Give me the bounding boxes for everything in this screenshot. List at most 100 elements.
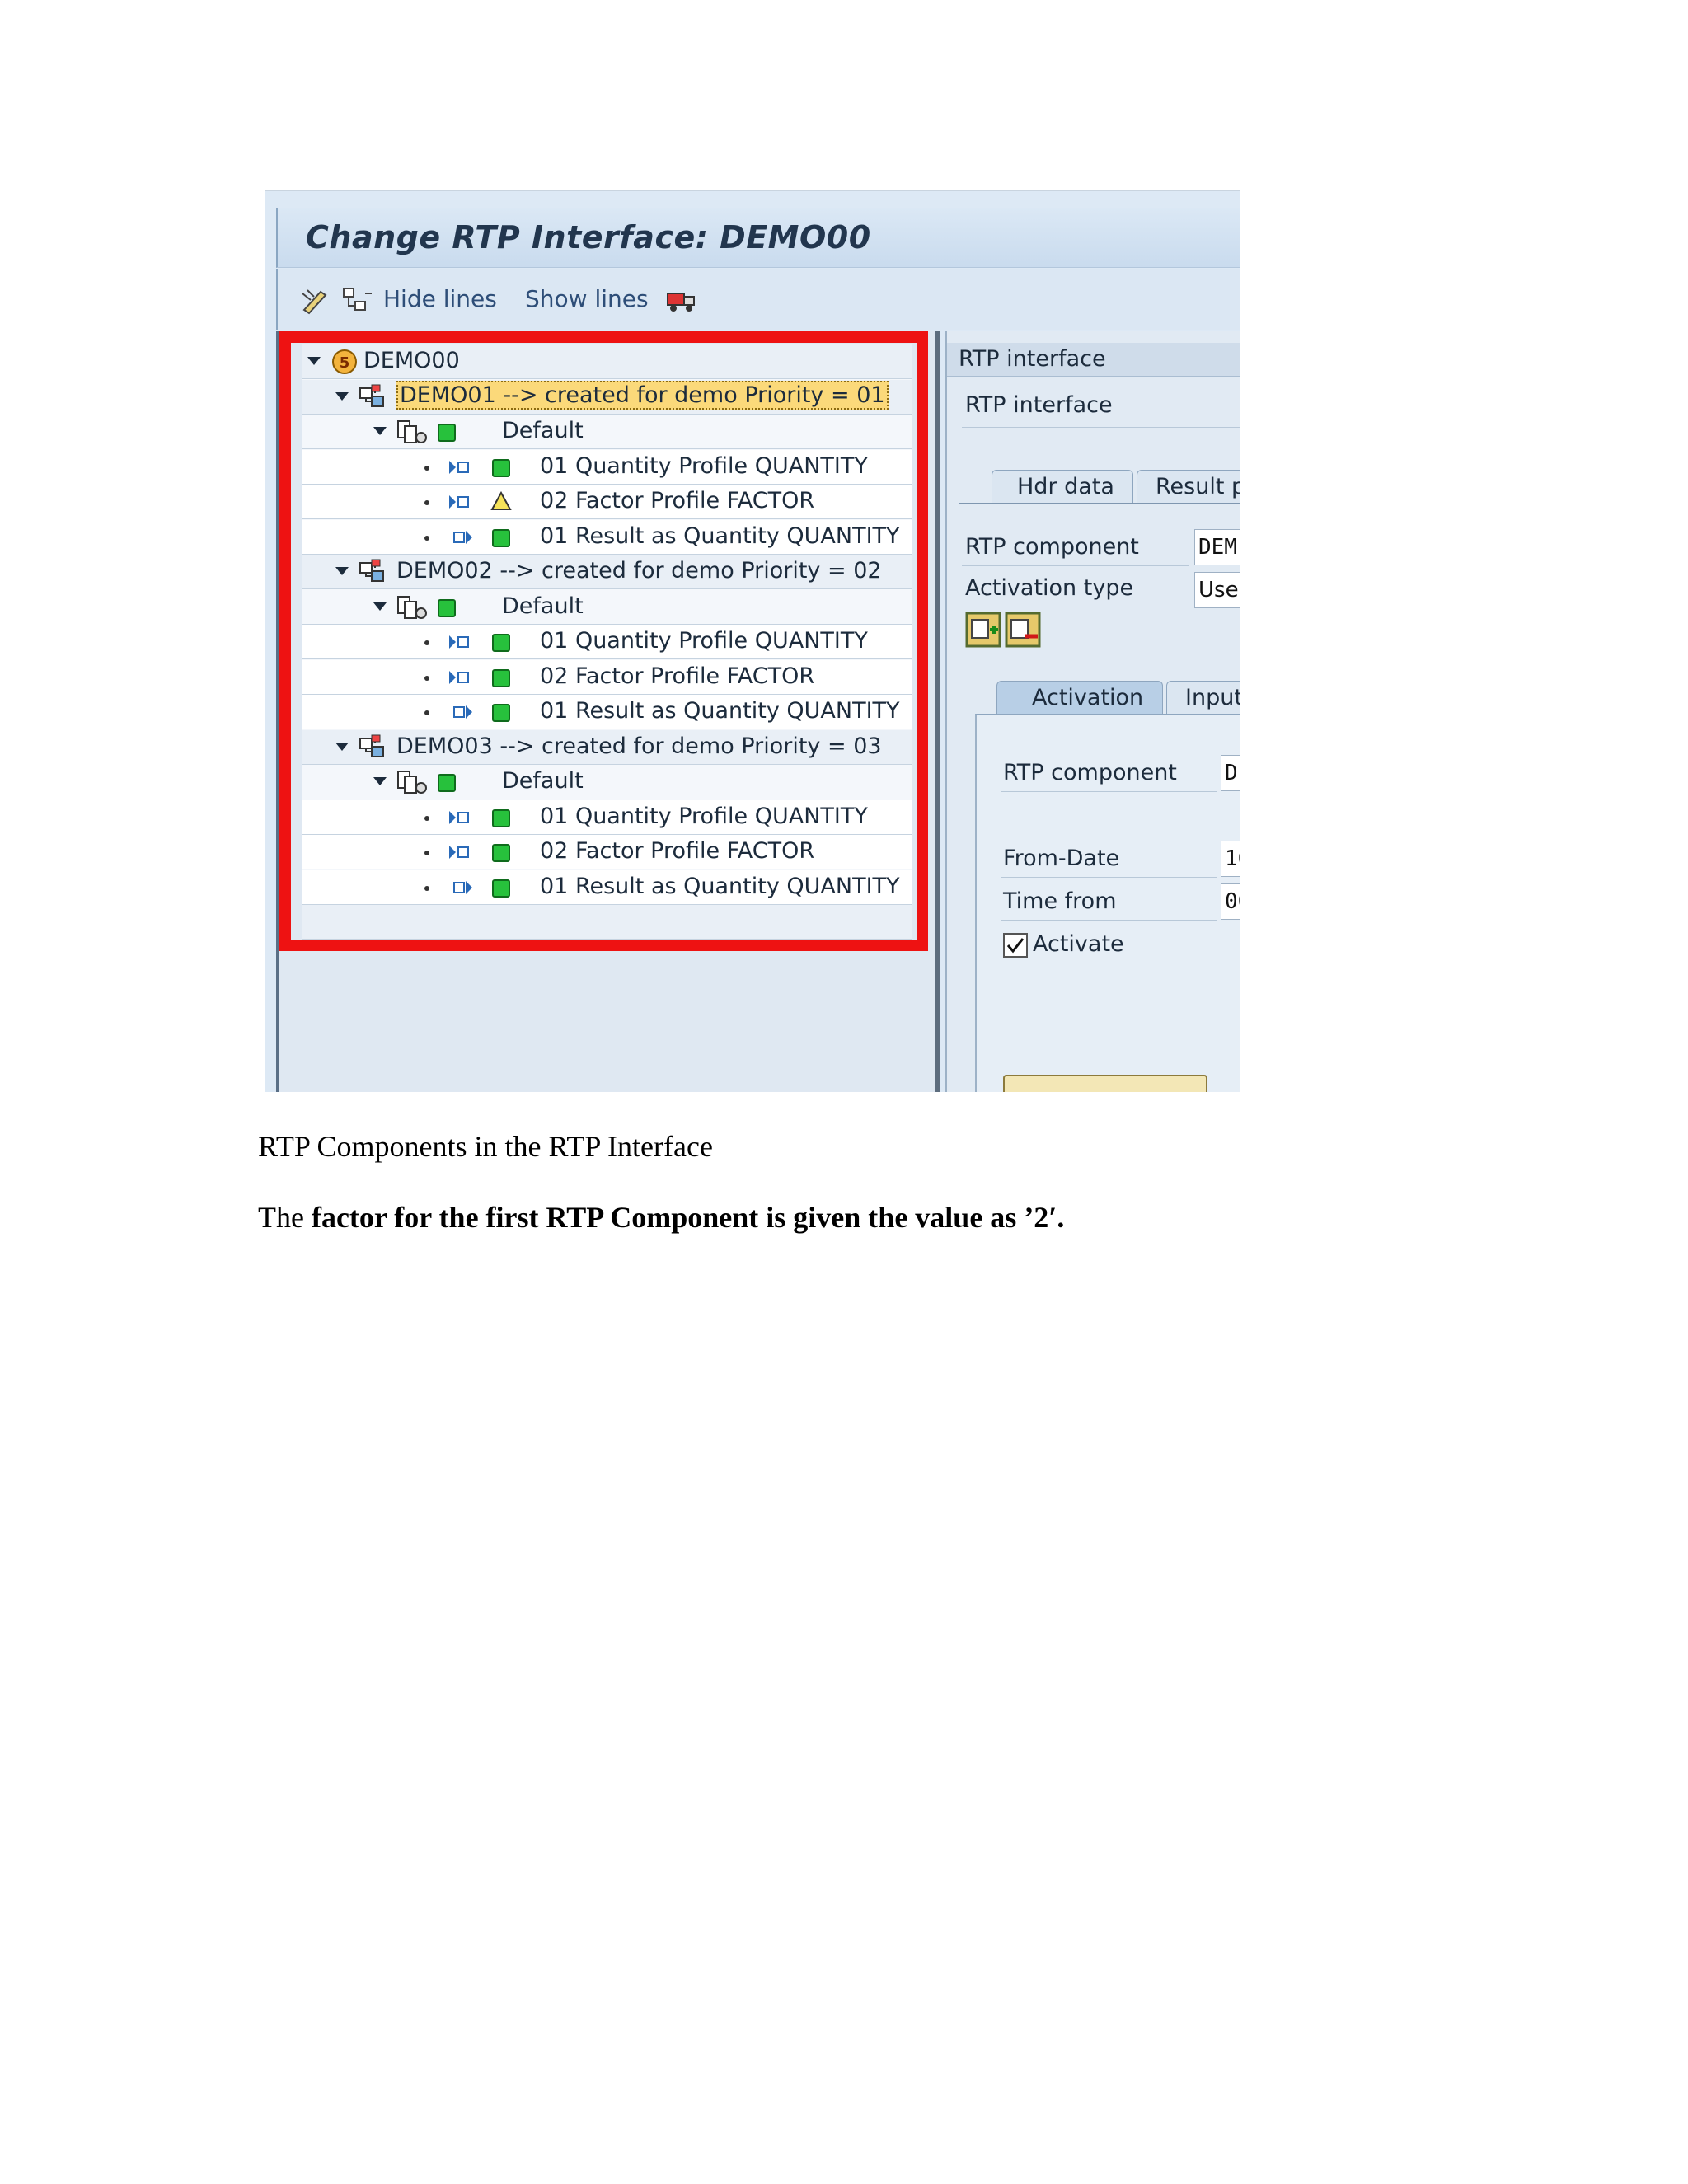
expand-triangle-icon[interactable] <box>307 357 321 365</box>
activation-type-field[interactable]: Use <box>1194 572 1240 608</box>
item-label: 01 Result as Quantity QUANTITY <box>540 873 900 899</box>
tree-row-item[interactable]: 01 Result as Quantity QUANTITY <box>302 519 912 555</box>
expand-triangle-icon[interactable] <box>335 742 349 751</box>
status-green-icon <box>438 598 456 617</box>
detail-header: RTP interface <box>947 343 1240 377</box>
tree-row-group[interactable]: Default <box>302 415 912 449</box>
bullet-icon <box>424 465 429 471</box>
tree-row-component[interactable]: DEMO02 --> created for demo Priority = 0… <box>302 555 912 589</box>
status-green-icon <box>492 528 510 547</box>
expand-triangle-icon[interactable] <box>373 777 387 785</box>
paragraph-bold: factor for the first RTP Component is gi… <box>311 1201 1065 1234</box>
status-green-icon <box>438 774 456 792</box>
tree-row-item[interactable]: 01 Quantity Profile QUANTITY <box>302 625 912 659</box>
divider <box>962 565 1189 566</box>
activate-checkbox[interactable] <box>1003 933 1028 958</box>
expand-triangle-icon[interactable] <box>373 602 387 611</box>
item-label: 02 Factor Profile FACTOR <box>540 663 815 689</box>
rtp-tree: 5 DEMO00 DEMO01 --> created for demo Pri… <box>302 344 912 940</box>
figure-caption: RTP Components in the RTP Interface <box>258 1130 713 1163</box>
status-green-icon <box>438 424 456 442</box>
root-label: DEMO00 <box>363 348 460 373</box>
expand-triangle-icon[interactable] <box>335 391 349 401</box>
item-label: 01 Quantity Profile QUANTITY <box>540 452 868 479</box>
group-icon <box>397 595 427 619</box>
component-label: DEMO03 --> created for demo Priority = 0… <box>396 733 882 759</box>
hide-lines-button[interactable]: Hide lines <box>383 285 497 312</box>
expand-triangle-icon[interactable] <box>335 567 349 575</box>
rtp-component-label: RTP component <box>965 534 1139 560</box>
tree-row-item[interactable]: 02 Factor Profile FACTOR <box>302 485 912 519</box>
edit-toggle-icon[interactable] <box>299 285 332 315</box>
sub-rtp-component-field[interactable]: DE <box>1221 755 1240 791</box>
bullet-icon <box>424 675 429 681</box>
bullet-icon <box>424 640 429 645</box>
output-profile-icon <box>453 705 472 719</box>
item-label: 01 Quantity Profile QUANTITY <box>540 803 868 829</box>
group-label: Default <box>502 418 584 443</box>
bullet-icon <box>424 710 429 715</box>
tree-row-group[interactable]: Default <box>302 765 912 799</box>
from-date-field[interactable]: 16 <box>1221 841 1240 877</box>
tree-row-component[interactable]: DEMO03 --> created for demo Priority = 0… <box>302 729 912 765</box>
group-icon <box>397 420 427 443</box>
time-from-field[interactable]: 00 <box>1221 883 1240 920</box>
group-icon <box>397 771 427 794</box>
input-profile-icon <box>449 635 469 649</box>
root-badge-icon: 5 <box>332 349 357 374</box>
rtp-component-field[interactable]: DEM( <box>1194 529 1240 565</box>
transport-truck-icon[interactable] <box>665 285 698 315</box>
tab-activation[interactable]: Activation <box>996 681 1163 715</box>
rtp-component-icon <box>359 559 384 582</box>
from-date-label: From-Date <box>1003 846 1120 871</box>
tree-row-item[interactable]: 01 Quantity Profile QUANTITY <box>302 799 912 835</box>
divider <box>1001 920 1217 921</box>
divider <box>1001 791 1217 792</box>
group-label: Default <box>502 768 584 794</box>
tree-row-group[interactable]: Default <box>302 590 912 625</box>
body-paragraph: The factor for the first RTP Component i… <box>258 1200 1064 1235</box>
delete-row-icon[interactable] <box>1005 612 1041 648</box>
bullet-icon <box>424 885 429 891</box>
tab-baseline <box>959 503 1240 504</box>
window-title-bar: Change RTP Interface: DEMO00 <box>276 208 1240 268</box>
divider <box>1001 877 1217 878</box>
tree-row-component[interactable]: DEMO01 --> created for demo Priority = 0… <box>302 379 912 415</box>
window-title: Change RTP Interface: DEMO00 <box>306 219 871 255</box>
insert-row-icon[interactable] <box>965 612 1001 648</box>
bullet-icon <box>424 535 429 541</box>
input-profile-icon <box>449 810 469 824</box>
paragraph-prefix: The <box>258 1201 312 1234</box>
status-green-icon <box>492 704 510 722</box>
item-label: 02 Factor Profile FACTOR <box>540 838 815 864</box>
status-green-icon <box>492 458 510 477</box>
tree-row-item[interactable]: 01 Result as Quantity QUANTITY <box>302 869 912 905</box>
tree-row-item[interactable]: 02 Factor Profile FACTOR <box>302 835 912 869</box>
tab-hdr-data[interactable]: Hdr data <box>992 470 1133 504</box>
sub-rtp-component-label: RTP component <box>1003 760 1177 785</box>
component-label: DEMO02 --> created for demo Priority = 0… <box>396 558 882 583</box>
hierarchy-icon[interactable] <box>340 285 373 315</box>
tree-row-item[interactable]: 01 Quantity Profile QUANTITY <box>302 449 912 485</box>
activation-panel: RTP component DE From-Date 16 Time from … <box>975 714 1240 1092</box>
tab-input[interactable]: Input <box>1166 681 1240 715</box>
tab-result[interactable]: Result p <box>1137 470 1240 504</box>
input-profile-icon <box>449 846 469 859</box>
tree-row-item[interactable]: 01 Result as Quantity QUANTITY <box>302 695 912 729</box>
component-label: DEMO01 --> created for demo Priority = 0… <box>396 380 889 410</box>
show-lines-button[interactable]: Show lines <box>525 285 649 312</box>
expand-triangle-icon[interactable] <box>373 427 387 435</box>
svg-text:5: 5 <box>340 354 350 372</box>
tree-row-empty <box>302 905 912 940</box>
detail-subheader: RTP interface <box>965 392 1113 418</box>
status-green-icon <box>492 634 510 652</box>
tree-row-root[interactable]: 5 DEMO00 <box>302 344 912 379</box>
output-profile-icon <box>453 880 472 894</box>
item-label: 01 Result as Quantity QUANTITY <box>540 698 900 724</box>
item-label: 02 Factor Profile FACTOR <box>540 488 815 513</box>
bullet-icon <box>424 815 429 821</box>
panel-button[interactable] <box>1003 1075 1207 1092</box>
tree-row-item[interactable]: 02 Factor Profile FACTOR <box>302 659 912 695</box>
bullet-icon <box>424 500 429 505</box>
group-label: Default <box>502 593 584 619</box>
